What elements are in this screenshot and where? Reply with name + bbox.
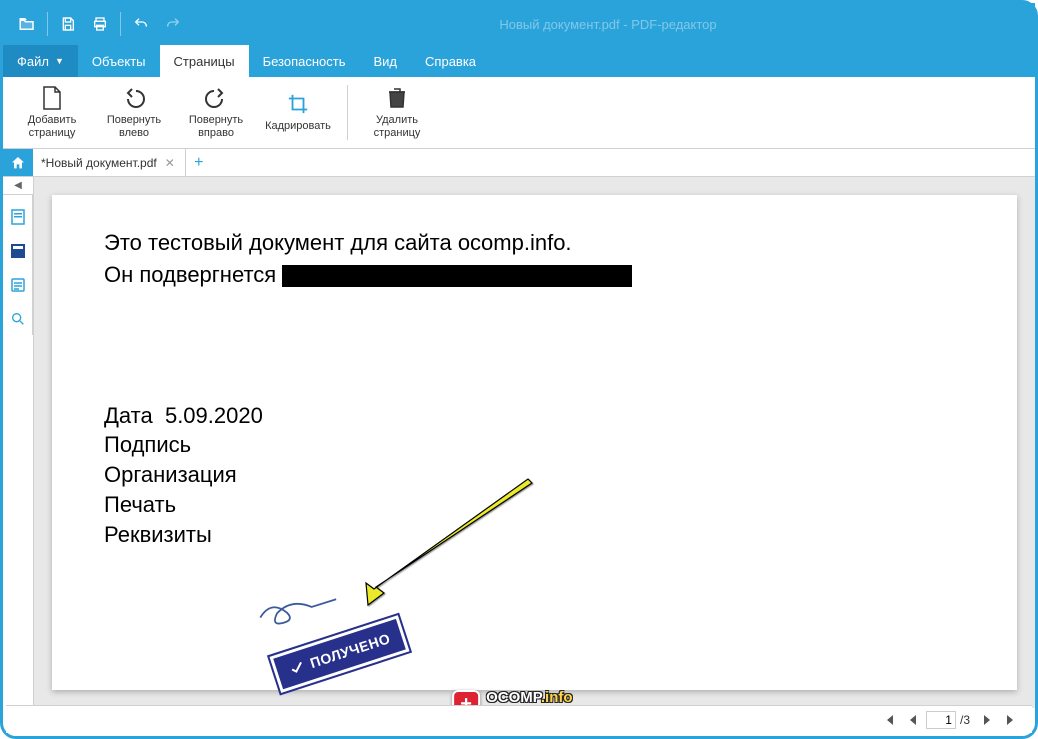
last-page-button[interactable] bbox=[1000, 709, 1022, 731]
prev-page-button[interactable] bbox=[902, 709, 924, 731]
page-canvas[interactable]: Это тестовый документ для сайта ocomp.in… bbox=[34, 177, 1035, 708]
menubar: Файл ▼ Объекты Страницы Безопасность Вид… bbox=[3, 45, 1035, 77]
chevron-down-icon: ▼ bbox=[55, 56, 64, 66]
doc-text-line1: Это тестовый документ для сайта ocomp.in… bbox=[104, 230, 572, 255]
menu-security[interactable]: Безопасность bbox=[249, 45, 360, 77]
menu-pages[interactable]: Страницы bbox=[160, 45, 249, 77]
delete-page-button[interactable]: Удалить страницу bbox=[356, 81, 438, 144]
separator bbox=[120, 12, 121, 36]
document-page: Это тестовый документ для сайта ocomp.in… bbox=[52, 195, 1017, 690]
trash-icon bbox=[385, 86, 409, 110]
add-page-label: Добавить страницу bbox=[13, 114, 91, 139]
rotate-right-icon bbox=[204, 86, 228, 110]
search-panel-button[interactable] bbox=[5, 303, 31, 335]
titlebar: Новый документ.pdf - PDF-редактор bbox=[3, 3, 1035, 45]
document-tab[interactable]: *Новый документ.pdf ✕ bbox=[33, 149, 186, 176]
undo-button[interactable] bbox=[125, 8, 157, 40]
workspace: ◀ Это тестовый документ для сайта ocomp.… bbox=[3, 177, 1035, 708]
separator bbox=[47, 12, 48, 36]
save-button[interactable] bbox=[52, 8, 84, 40]
rotate-left-button[interactable]: Повернуть влево bbox=[93, 81, 175, 144]
comments-panel-button[interactable] bbox=[5, 269, 31, 301]
page-add-icon bbox=[40, 86, 64, 110]
toolbar: Добавить страницу Повернуть влево Поверн… bbox=[3, 77, 1035, 149]
print-button[interactable] bbox=[84, 8, 116, 40]
page-total: /3 bbox=[960, 713, 970, 727]
crop-icon bbox=[286, 92, 310, 116]
rotate-left-label: Повернуть влево bbox=[95, 114, 173, 139]
thumbnails-panel-button[interactable] bbox=[5, 235, 31, 267]
close-tab-button[interactable]: ✕ bbox=[163, 156, 177, 170]
signature-label: Подпись bbox=[104, 430, 965, 460]
stamp-text: ПОЛУЧЕНО bbox=[308, 630, 392, 671]
separator bbox=[347, 85, 348, 140]
add-tab-button[interactable]: + bbox=[186, 149, 212, 176]
home-tab[interactable] bbox=[3, 149, 33, 176]
menu-help[interactable]: Справка bbox=[411, 45, 490, 77]
menu-file[interactable]: Файл ▼ bbox=[3, 45, 78, 77]
redo-button[interactable] bbox=[157, 8, 189, 40]
document-tab-label: *Новый документ.pdf bbox=[41, 156, 157, 170]
date-value: 5.09.2020 bbox=[165, 403, 263, 428]
left-rail bbox=[3, 195, 33, 335]
signature-image bbox=[251, 587, 344, 638]
organization-label: Организация bbox=[104, 460, 965, 490]
page-number-input[interactable] bbox=[926, 711, 956, 729]
menu-file-label: Файл bbox=[17, 54, 49, 69]
add-page-button[interactable]: Добавить страницу bbox=[11, 81, 93, 144]
document-tabs: *Новый документ.pdf ✕ + bbox=[3, 149, 1035, 177]
menu-objects[interactable]: Объекты bbox=[78, 45, 160, 77]
menu-view[interactable]: Вид bbox=[360, 45, 412, 77]
rotate-right-label: Повернуть вправо bbox=[177, 114, 255, 139]
crop-label: Кадрировать bbox=[265, 120, 331, 133]
collapse-rail-button[interactable]: ◀ bbox=[3, 177, 33, 195]
open-button[interactable] bbox=[11, 8, 43, 40]
requisites-label: Реквизиты bbox=[104, 520, 965, 550]
stamp-field-label: Печать bbox=[104, 490, 965, 520]
rotate-right-button[interactable]: Повернуть вправо bbox=[175, 81, 257, 144]
crop-button[interactable]: Кадрировать bbox=[257, 81, 339, 144]
doc-fields: Дата 5.09.2020 Подпись Организация Печат… bbox=[104, 401, 965, 549]
first-page-button[interactable] bbox=[878, 709, 900, 731]
next-page-button[interactable] bbox=[976, 709, 998, 731]
delete-page-label: Удалить страницу bbox=[358, 114, 436, 139]
date-label: Дата bbox=[104, 403, 153, 428]
window-title: Новый документ.pdf - PDF-редактор bbox=[189, 17, 1027, 32]
statusbar: /3 bbox=[6, 705, 1032, 733]
rotate-left-icon bbox=[122, 86, 146, 110]
bookmarks-panel-button[interactable] bbox=[5, 201, 31, 233]
doc-text-line2: Он подвергнется bbox=[104, 262, 282, 287]
redacted-block bbox=[282, 265, 632, 287]
